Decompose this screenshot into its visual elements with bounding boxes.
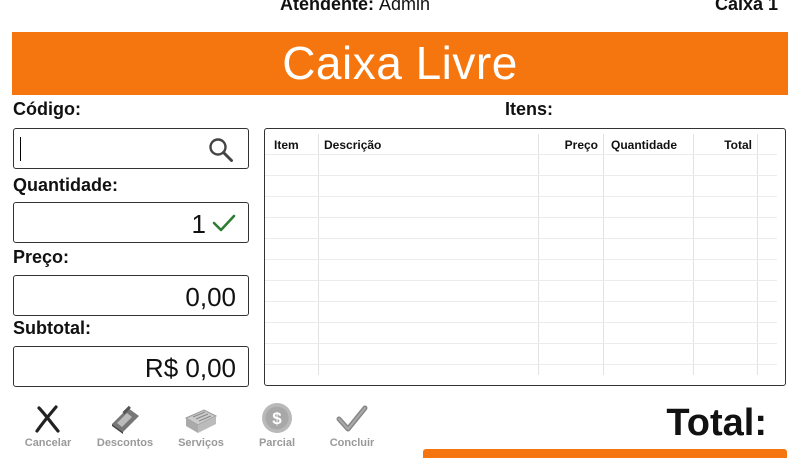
total-value-box — [423, 449, 787, 458]
partial-button[interactable]: $ Parcial — [242, 402, 312, 449]
items-table[interactable]: Item Descrição Preço Quantidade Total — [264, 128, 786, 386]
attendant-info: Atendente: Admin — [280, 0, 430, 14]
column-header-quantity[interactable]: Quantidade — [611, 138, 677, 152]
card-machine-icon — [112, 405, 139, 434]
cancel-button[interactable]: Cancelar — [13, 402, 83, 449]
code-input[interactable] — [20, 135, 200, 163]
check-icon[interactable] — [212, 213, 236, 233]
row-divider — [265, 343, 777, 344]
column-divider — [757, 134, 758, 375]
register-icon — [184, 409, 218, 433]
column-header-total[interactable]: Total — [695, 138, 752, 152]
attendant-label: Atendente: — [280, 0, 374, 14]
column-header-description[interactable]: Descrição — [324, 138, 381, 152]
items-label: Itens: — [505, 99, 554, 119]
column-divider — [693, 134, 694, 375]
services-label: Serviços — [178, 437, 224, 449]
partial-label: Parcial — [258, 437, 296, 449]
price-label: Preço: — [13, 247, 70, 267]
total-label: Total: — [666, 402, 767, 444]
column-divider — [318, 134, 319, 375]
svg-text:$: $ — [272, 409, 282, 428]
column-header-price[interactable]: Preço — [560, 138, 598, 152]
check-icon — [336, 405, 368, 432]
row-divider — [265, 259, 777, 260]
quantity-value[interactable]: 1 — [192, 209, 206, 239]
finish-button[interactable]: Concluir — [317, 402, 387, 449]
quantity-field[interactable]: 1 — [13, 202, 249, 243]
price-value[interactable]: 0,00 — [185, 282, 236, 312]
subtotal-field: R$ 0,00 — [13, 346, 249, 387]
row-divider — [265, 238, 777, 239]
row-divider — [265, 154, 777, 155]
text-cursor — [20, 137, 21, 161]
attendant-name: Admin — [379, 0, 431, 14]
column-header-item[interactable]: Item — [274, 138, 299, 152]
row-divider — [265, 322, 777, 323]
column-divider — [538, 134, 539, 375]
price-field[interactable]: 0,00 — [13, 275, 249, 316]
quantity-label: Quantidade: — [13, 175, 119, 195]
register-label: Caixa 1 — [714, 0, 778, 14]
search-icon[interactable] — [208, 137, 234, 163]
row-divider — [265, 364, 777, 365]
status-banner: Caixa Livre — [12, 32, 788, 95]
discounts-button[interactable]: Descontos — [90, 402, 160, 449]
row-divider — [265, 175, 777, 176]
row-divider — [265, 196, 777, 197]
subtotal-value: R$ 0,00 — [144, 353, 236, 383]
row-divider — [265, 280, 777, 281]
discounts-label: Descontos — [96, 437, 154, 449]
code-label: Código: — [13, 99, 81, 119]
column-divider — [603, 134, 604, 375]
row-divider — [265, 217, 777, 218]
cancel-label: Cancelar — [24, 437, 72, 449]
cancel-icon — [35, 405, 60, 433]
code-field[interactable] — [13, 128, 249, 169]
services-button[interactable]: Serviços — [166, 402, 236, 449]
row-divider — [265, 301, 777, 302]
dollar-coin-icon: $ — [262, 403, 292, 433]
finish-label: Concluir — [329, 437, 375, 449]
subtotal-label: Subtotal: — [13, 318, 91, 338]
